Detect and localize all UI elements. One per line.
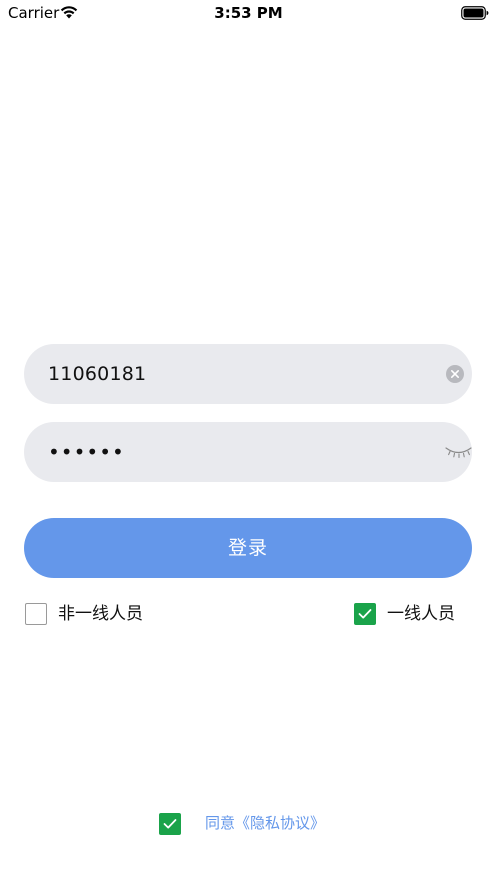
username-value[interactable]: 11060181 — [48, 344, 146, 404]
clear-circle-icon[interactable] — [446, 365, 464, 383]
privacy-checkbox-checked-icon[interactable] — [159, 813, 181, 835]
status-time: 3:53 PM — [214, 4, 283, 22]
password-masked-value[interactable]: •••••• — [48, 422, 125, 482]
username-field[interactable]: 11060181 — [24, 344, 472, 404]
privacy-agreement[interactable]: 同意《隐私协议》 — [159, 812, 359, 836]
role-label-non-frontline: 非一线人员 — [58, 604, 143, 624]
checkmark-icon — [358, 609, 372, 619]
checkbox-unchecked-icon[interactable] — [25, 603, 47, 625]
checkmark-icon — [163, 819, 177, 829]
role-label-frontline: 一线人员 — [387, 604, 455, 624]
role-option-non-frontline[interactable]: 非一线人员 — [25, 602, 185, 626]
privacy-policy-link[interactable]: 同意《隐私协议》 — [205, 812, 325, 834]
checkbox-checked-icon[interactable] — [354, 603, 376, 625]
battery-icon — [461, 6, 489, 20]
login-button[interactable]: 登录 — [24, 518, 472, 578]
eye-closed-icon[interactable] — [445, 445, 472, 459]
password-field[interactable]: •••••• — [24, 422, 472, 482]
status-bar: Carrier 3:53 PM — [0, 0, 497, 28]
role-option-frontline[interactable]: 一线人员 — [354, 602, 474, 626]
